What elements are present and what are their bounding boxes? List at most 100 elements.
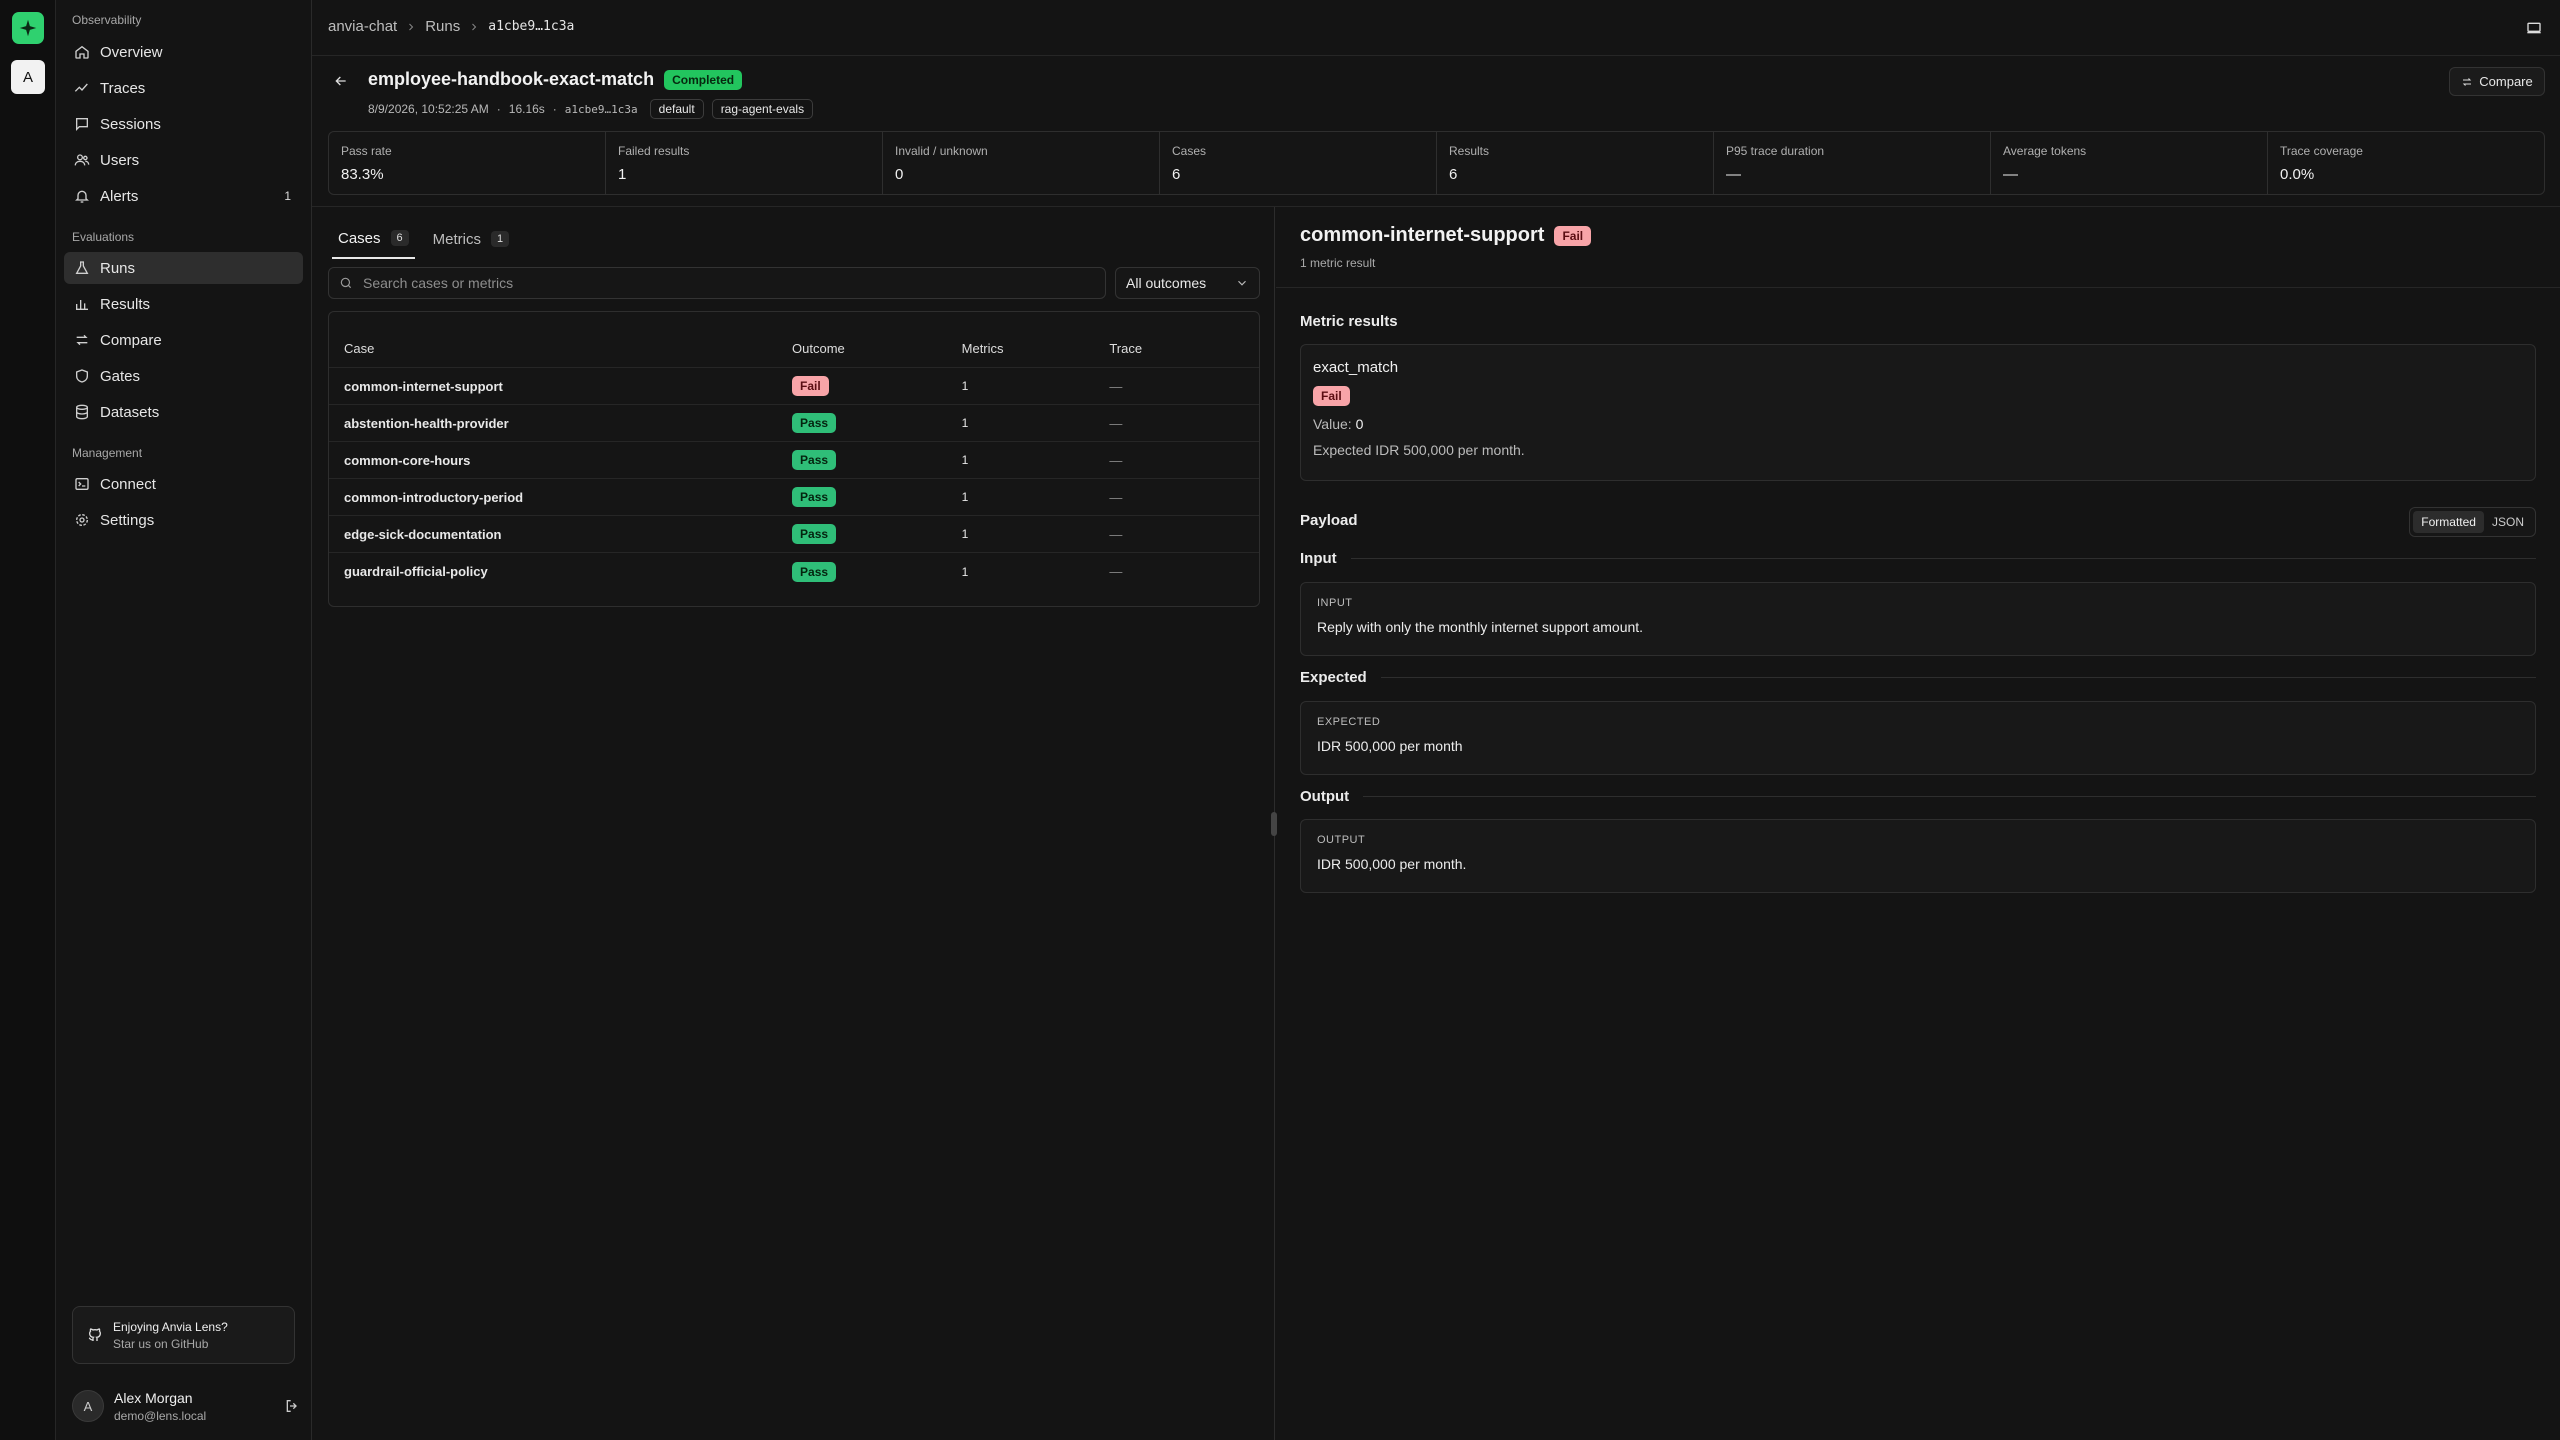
stat-label: Invalid / unknown — [895, 144, 988, 158]
table-row[interactable]: edge-sick-documentation Pass 1 — — [329, 516, 1259, 553]
table-row[interactable]: common-introductory-period Pass 1 — — [329, 479, 1259, 516]
cases-pane: Cases 6 Metrics 1 Search cases or metric… — [312, 207, 1275, 1440]
stat-invalid-unknown: Invalid / unknown 0 — [883, 132, 1160, 194]
search-input[interactable]: Search cases or metrics — [328, 267, 1106, 299]
input-heading: Input — [1300, 550, 1337, 567]
compare-button[interactable]: Compare — [2449, 67, 2545, 96]
payload-heading: Payload — [1300, 512, 1358, 529]
metrics-count: 1 — [961, 527, 969, 541]
metrics-count: 1 — [961, 416, 969, 430]
expected-card: EXPECTED IDR 500,000 per month — [1300, 701, 2536, 775]
output-heading: Output — [1300, 788, 1350, 805]
trace-cell: — — [1109, 415, 1123, 431]
sidebar-item-runs[interactable]: Runs — [64, 252, 303, 284]
sidebar-item-traces[interactable]: Traces — [64, 72, 303, 104]
database-icon — [76, 404, 88, 420]
sidebar-item-compare[interactable]: Compare — [64, 324, 303, 356]
sidebar-item-overview[interactable]: Overview — [64, 36, 303, 68]
breadcrumb: anvia-chat Runs a1cbe9…1c3a — [328, 18, 574, 35]
run-duration: 16.16s — [508, 102, 545, 116]
outcome-badge: Pass — [792, 561, 837, 582]
outcome-badge: Pass — [792, 524, 837, 544]
breadcrumb-runs[interactable]: Runs — [425, 18, 460, 35]
compare-button-label: Compare — [2479, 74, 2533, 89]
sidebar-item-sessions[interactable]: Sessions — [64, 108, 303, 140]
payload-view-toggle: Formatted JSON — [2409, 507, 2536, 537]
logout-icon[interactable] — [284, 1398, 300, 1414]
output-card: OUTPUT IDR 500,000 per month. — [1300, 819, 2536, 893]
page-title: employee-handbook-exact-match — [368, 69, 655, 89]
sidebar-item-connect[interactable]: Connect — [64, 468, 303, 500]
tab-cases[interactable]: Cases 6 — [332, 219, 415, 259]
section-label-observability: Observability — [72, 13, 142, 27]
outcome-filter-select[interactable]: All outcomes — [1115, 267, 1260, 299]
sidebar-item-alerts[interactable]: Alerts 1 — [64, 180, 303, 212]
sidebar-item-label: Gates — [100, 367, 141, 385]
section-label-evaluations: Evaluations — [72, 230, 135, 244]
case-name: edge-sick-documentation — [344, 526, 502, 542]
sidebar-item-settings[interactable]: Settings — [64, 504, 303, 536]
home-icon — [75, 45, 89, 59]
run-id: a1cbe9…1c3a — [564, 102, 638, 116]
run-stats: Pass rate 83.3% Failed results 1 Invalid /… — [328, 131, 2545, 195]
output-text: IDR 500,000 per month. — [1317, 856, 1467, 872]
stat-label: Average tokens — [2003, 144, 2087, 158]
search-placeholder: Search cases or metrics — [363, 275, 514, 291]
table-row[interactable]: guardrail-official-policy Pass 1 — — [329, 553, 1259, 590]
case-name: abstention-health-provider — [344, 415, 509, 431]
github-promo-card[interactable]: Enjoying Anvia Lens? Star us on GitHub — [72, 1306, 295, 1364]
table-row[interactable]: common-core-hours Pass 1 — — [329, 442, 1259, 479]
user-profile: A Alex Morgan demo@lens.local — [72, 1388, 300, 1424]
expected-heading: Expected — [1300, 669, 1367, 686]
stat-cases: Cases 6 — [1160, 132, 1437, 194]
search-icon — [340, 277, 352, 289]
expected-section-heading: Expected — [1300, 669, 2536, 686]
back-arrow-icon[interactable] — [333, 73, 349, 89]
metric-value-label: Value: — [1313, 416, 1352, 432]
terminal-icon — [75, 478, 89, 490]
sidebar-item-results[interactable]: Results — [64, 288, 303, 320]
breadcrumb-project[interactable]: anvia-chat — [328, 18, 397, 35]
cases-table: Case Outcome Metrics Trace common-intern… — [328, 311, 1260, 607]
view-formatted-button[interactable]: Formatted — [2413, 511, 2484, 533]
input-text: Reply with only the monthly internet sup… — [1317, 619, 1644, 635]
user-name: Alex Morgan — [114, 1389, 193, 1406]
users-icon — [74, 154, 90, 166]
arrows-swap-icon — [76, 334, 88, 346]
breadcrumb-run-id: a1cbe9…1c3a — [488, 19, 575, 34]
stat-label: Pass rate — [341, 144, 392, 158]
stat-pass-rate: Pass rate 83.3% — [329, 132, 606, 194]
sidebar-item-users[interactable]: Users — [64, 144, 303, 176]
outcome-badge: Fail — [792, 376, 829, 396]
view-json-button[interactable]: JSON — [2484, 511, 2532, 533]
tab-metrics[interactable]: Metrics 1 — [427, 219, 515, 259]
sidebar-item-gates[interactable]: Gates — [64, 360, 303, 392]
promo-title: Enjoying Anvia Lens? — [113, 1319, 228, 1334]
logo-icon[interactable] — [12, 12, 44, 44]
sidebar-item-label: Connect — [100, 475, 156, 493]
chevron-right-icon — [409, 23, 414, 30]
panel-toggle-icon[interactable] — [2526, 20, 2542, 36]
table-row[interactable]: abstention-health-provider Pass 1 — — [329, 405, 1259, 442]
stat-label: P95 trace duration — [1726, 144, 1825, 158]
column-header-metrics: Metrics — [961, 341, 1004, 356]
stat-value: 6 — [1449, 166, 1458, 183]
stat-value: — — [2003, 166, 2018, 183]
bell-icon — [75, 190, 89, 203]
outcome-badge: Pass — [792, 413, 837, 433]
trace-cell: — — [1109, 526, 1123, 542]
table-row[interactable]: common-internet-support Fail 1 — — [329, 368, 1259, 405]
tag-rag-agent-evals: rag-agent-evals — [711, 99, 814, 119]
metric-badge: Fail — [1313, 386, 1350, 406]
trace-cell: — — [1109, 564, 1123, 579]
trace-cell: — — [1109, 489, 1123, 505]
activity-icon — [74, 83, 88, 92]
sidebar-item-datasets[interactable]: Datasets — [64, 396, 303, 428]
app-rail: A — [0, 0, 56, 1440]
column-header-case: Case — [344, 341, 375, 356]
input-section-heading: Input — [1300, 550, 2536, 567]
workspace-switcher[interactable]: A — [11, 60, 45, 94]
trace-cell: — — [1109, 378, 1123, 394]
case-detail-pane: common-internet-support Fail 1 metric re… — [1276, 207, 2560, 1440]
case-name: common-internet-support — [344, 378, 503, 394]
